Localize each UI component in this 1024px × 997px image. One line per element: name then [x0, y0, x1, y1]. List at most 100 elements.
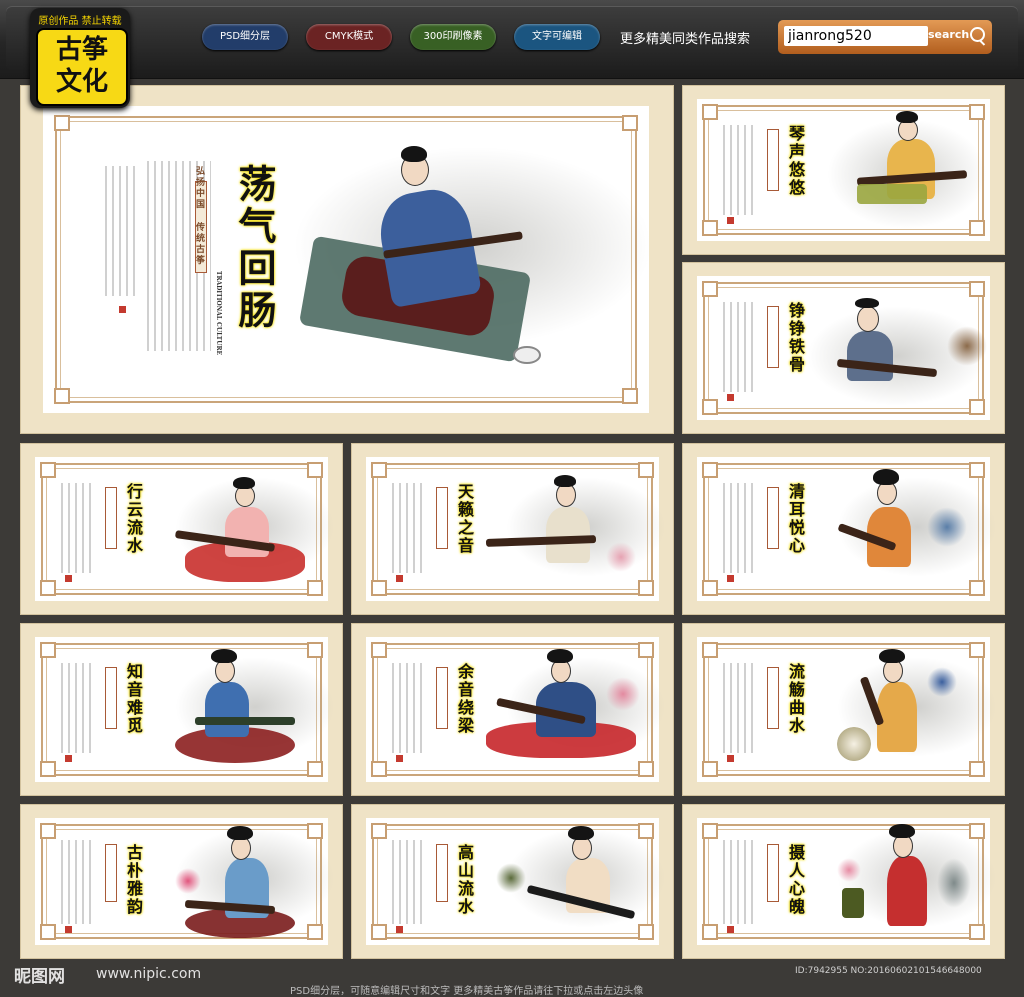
search-icon[interactable] [970, 27, 985, 42]
panel-zhengzheng[interactable]: 铮铮铁骨 [682, 262, 1005, 434]
panel-title: 行云流水 [124, 483, 143, 555]
panel-canvas: 余音绕梁 [366, 637, 666, 782]
side-banner [767, 129, 779, 191]
search-input[interactable] [784, 26, 928, 46]
frame-corner-ornament [702, 281, 718, 297]
image-id: ID:7942955 NO:20160602101546648000 [795, 966, 982, 976]
frame-corner-ornament [40, 761, 56, 777]
logo-notice: 原创作品 禁止转载 [38, 16, 122, 27]
red-seal [119, 306, 126, 313]
panel-canvas: 知音难觅 [35, 637, 335, 782]
logo[interactable]: 原创作品 禁止转载 古筝文化 [30, 8, 130, 108]
frame-corner-ornament [371, 823, 387, 839]
side-banner [105, 667, 117, 729]
frame-corner-ornament [702, 399, 718, 415]
frame-corner-ornament [702, 642, 718, 658]
red-seal [65, 575, 72, 582]
frame-corner-ornament [969, 580, 985, 596]
frame-corner-ornament [702, 220, 718, 236]
red-seal [727, 755, 734, 762]
frame-corner-ornament [638, 462, 654, 478]
panel-title: 高山流水 [455, 844, 474, 916]
panel-canvas: 高山流水 [366, 818, 666, 945]
frame-corner-ornament [702, 924, 718, 940]
side-banner [767, 667, 779, 729]
body-text-block [723, 302, 757, 392]
watermark-url[interactable]: www.nipic.com [96, 966, 201, 982]
footer-note: PSD细分层，可随意编辑尺寸和文字 更多精美古筝作品请往下拉或点击左边头像 [290, 986, 644, 997]
frame-corner-ornament [622, 115, 638, 131]
frame-corner-ornament [307, 580, 323, 596]
panel-zhiyin[interactable]: 知音难觅 [20, 623, 343, 796]
mountain-ink [837, 477, 997, 577]
red-seal [727, 926, 734, 933]
search-button[interactable]: search [928, 28, 969, 41]
frame-corner-ornament [54, 115, 70, 131]
frame-corner-ornament [969, 462, 985, 478]
frame-corner-ornament [40, 924, 56, 940]
panel-canvas: 古朴雅韵 [35, 818, 335, 945]
tag-psd[interactable]: PSD细分层 [202, 24, 288, 50]
more-works-link[interactable]: 更多精美同类作品搜索 [620, 28, 750, 47]
logo-text: 古筝文化 [55, 35, 108, 97]
body-text-block [723, 840, 757, 924]
frame-corner-ornament [622, 388, 638, 404]
panel-canvas: 铮铮铁骨 [697, 276, 990, 420]
logo-badge: 古筝文化 [36, 28, 128, 106]
body-text-block [392, 483, 426, 573]
frame-corner-ornament [371, 580, 387, 596]
tag-cmyk[interactable]: CMYK模式 [306, 24, 392, 50]
panel-qinsheng[interactable]: 琴声悠悠 [682, 85, 1005, 255]
body-text-block [392, 663, 426, 753]
red-seal [727, 217, 734, 224]
body-text-block [723, 125, 757, 215]
frame-corner-ornament [371, 462, 387, 478]
panel-qinger[interactable]: 清耳悦心 [682, 443, 1005, 615]
side-banner [436, 487, 448, 549]
side-banner [105, 844, 117, 902]
panel-title: 流觞曲水 [786, 663, 805, 735]
frame-corner-ornament [54, 388, 70, 404]
panel-title: 铮铮铁骨 [786, 302, 805, 374]
side-banner [436, 844, 448, 902]
frame-corner-ornament [371, 761, 387, 777]
frame-corner-ornament [40, 823, 56, 839]
red-seal [727, 575, 734, 582]
panel-title: 清耳悦心 [786, 483, 805, 555]
panel-liushang[interactable]: 流觞曲水 [682, 623, 1005, 796]
tag-300dpi[interactable]: 300印刷像素 [410, 24, 496, 50]
red-seal [396, 755, 403, 762]
frame-corner-ornament [702, 580, 718, 596]
panel-gupu[interactable]: 古朴雅韵 [20, 804, 343, 959]
frame-corner-ornament [702, 761, 718, 777]
side-banner [436, 667, 448, 729]
watermark-site-name: 昵图网 [14, 967, 65, 987]
panel-tianlai[interactable]: 天籁之音 [351, 443, 674, 615]
search-box: search [778, 20, 992, 54]
english-text-block [105, 166, 135, 296]
frame-corner-ornament [371, 924, 387, 940]
panel-xingyun[interactable]: 行云流水 [20, 443, 343, 615]
panel-yuyin[interactable]: 余音绕梁 [351, 623, 674, 796]
panel-canvas: 琴声悠悠 [697, 99, 990, 241]
panel-title: 余音绕梁 [455, 663, 474, 735]
side-banner [105, 487, 117, 549]
tag-editable-text[interactable]: 文字可编辑 [514, 24, 600, 50]
side-banner [767, 487, 779, 549]
panel-sheren[interactable]: 摄人心魄 [682, 804, 1005, 959]
panel-canvas: 流觞曲水 [697, 637, 997, 782]
hero-english-caption: TRADITIONAL CULTURE [215, 271, 222, 356]
frame-corner-ornament [638, 761, 654, 777]
hero-title: 荡气回肠 [232, 164, 277, 332]
frame-corner-ornament [371, 642, 387, 658]
panel-title: 摄人心魄 [786, 844, 805, 916]
frame-corner-ornament [638, 642, 654, 658]
panel-hero[interactable]: 弘扬中国 传统古筝 TRADITIONAL CULTURE 荡气回肠 [20, 85, 674, 434]
panel-gaoshan[interactable]: 高山流水 [351, 804, 674, 959]
frame-corner-ornament [969, 761, 985, 777]
body-text-block [61, 483, 95, 573]
panel-title: 天籁之音 [455, 483, 474, 555]
frame-corner-ornament [702, 462, 718, 478]
frame-corner-ornament [40, 462, 56, 478]
panel-title: 知音难觅 [124, 663, 143, 735]
